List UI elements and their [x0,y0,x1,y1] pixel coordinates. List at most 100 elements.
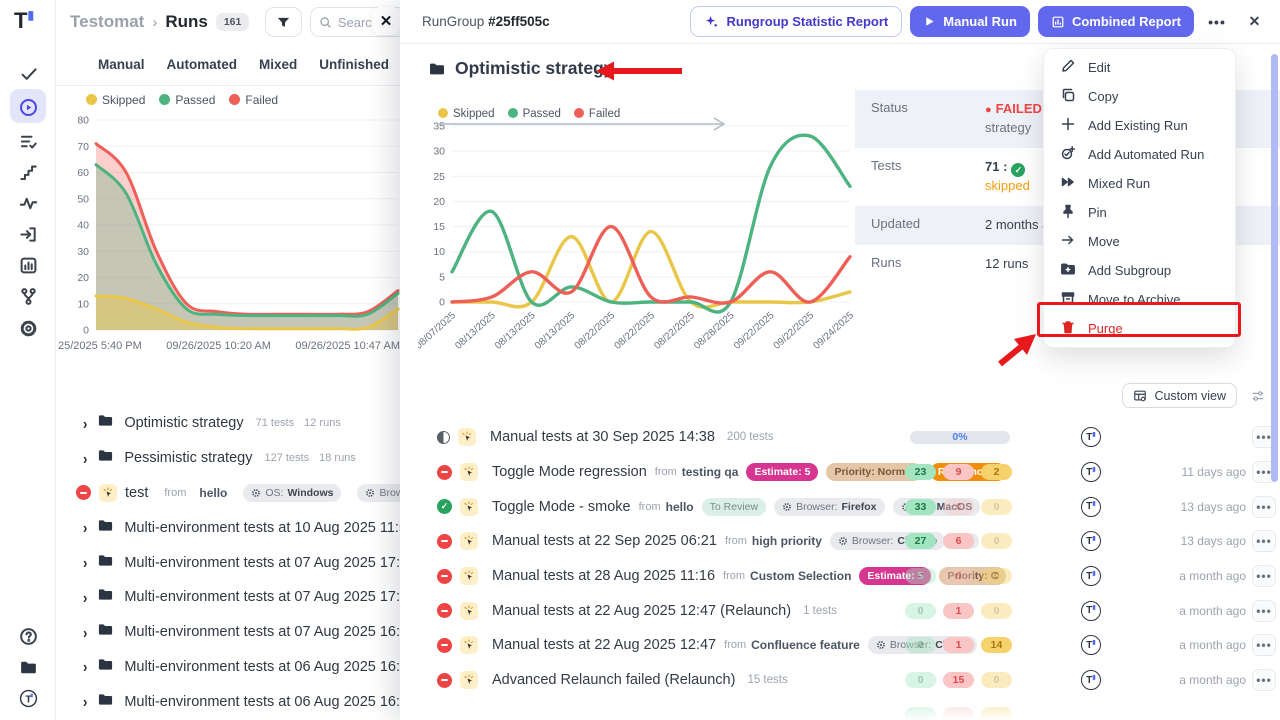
branch-nav-icon[interactable] [0,281,56,311]
tree-group-row[interactable]: ›Multi-environment tests at 10 Aug 2025 … [56,510,400,545]
tab-automated[interactable]: Automated [167,57,238,72]
tab-manual[interactable]: Manual [98,57,145,72]
menu-item-pin[interactable]: Pin [1044,198,1235,227]
chevron-right-icon[interactable]: › [83,693,87,711]
svg-text:20: 20 [433,196,445,208]
run-title[interactable]: Manual tests at 22 Aug 2025 12:47 [492,637,716,653]
help-icon[interactable] [0,621,56,651]
tree-group-row[interactable]: ›Multi-environment tests at 06 Aug 2025 … [56,684,400,719]
app-logo[interactable]: T▮ [14,8,42,36]
tree-group-row[interactable]: ›Multi-environment tests at 07 Aug 2025 … [56,615,400,650]
menu-item-mixed-run[interactable]: Mixed Run [1044,169,1235,198]
svg-text:25: 25 [433,171,445,183]
modal-scrollbar[interactable] [1271,54,1278,482]
rungroup-id: #25ff505c [488,14,550,29]
tree-group-row[interactable]: ›Optimistic strategy71 tests12 runs [56,406,400,441]
menu-item-add-automated-run[interactable]: Add Automated Run [1044,140,1235,169]
runs-nav-icon[interactable] [0,92,56,122]
run-title[interactable]: Manual tests at 22 Aug 2025 12:47 (Relau… [492,603,791,619]
run-row[interactable]: Manual tests at 22 Aug 2025 12:47fromCon… [400,628,1280,663]
tree-group-row[interactable]: › Multi-environment tests at 07 Aug 2025 … [56,580,400,615]
modal-more-button[interactable]: ••• [1202,8,1232,36]
settings-gear-icon[interactable] [0,313,56,343]
custom-view-button[interactable]: Custom view [1122,383,1237,408]
search-close-button[interactable]: ✕ [372,7,400,35]
menu-item-move-to-archive[interactable]: Move to Archive [1044,285,1235,314]
folder-icon [97,656,114,678]
filter-button[interactable] [265,7,302,37]
run-avatar: T▮ [1081,427,1101,447]
run-timestamp: 13 days ago [1181,500,1246,514]
statistic-report-button[interactable]: Rungroup Statistic Report [690,6,902,37]
tab-mixed[interactable]: Mixed [259,57,297,72]
tree-item-label: Multi-environment tests at 07 Aug 2025 1… [124,589,400,605]
run-title[interactable]: Manual tests at 28 Aug 2025 11:16 [492,568,715,584]
import-nav-icon[interactable] [0,219,56,249]
run-title[interactable]: Manual tests at 22 Sep 2025 06:21 [492,533,717,549]
user-avatar[interactable]: T [0,683,56,713]
sliders-icon[interactable] [1250,389,1266,403]
tree-group-row[interactable]: ›Multi-environment tests at 07 Aug 2025 … [56,545,400,580]
milestones-nav-icon[interactable] [0,157,56,187]
tree-item-meta: 71 tests12 runs [256,417,351,429]
menu-item-add-existing-run[interactable]: Add Existing Run [1044,111,1235,140]
run-more-button[interactable]: ••• [1252,600,1276,622]
svg-text:70: 70 [77,141,89,153]
modal-close-button[interactable]: ✕ [1240,8,1270,36]
run-more-button[interactable]: ••• [1252,496,1276,518]
brand-name[interactable]: Testomat [70,12,144,32]
chevron-right-icon[interactable]: › [83,414,87,432]
manual-run-type-icon [458,428,476,446]
menu-item-edit[interactable]: Edit [1044,53,1235,82]
run-more-button[interactable]: ••• [1252,634,1276,656]
chevron-right-icon[interactable]: › [83,658,87,676]
reports-nav-icon[interactable] [0,250,56,280]
pulse-nav-icon[interactable] [0,188,56,218]
run-title[interactable]: Advanced Relaunch failed (Relaunch) [492,672,735,688]
tree-group-row[interactable]: ›Multi-environment tests at 06 Aug 2025 … [56,650,400,685]
chevron-right-icon[interactable]: › [83,623,87,641]
run-row[interactable]: Toggle Mode regressionfromtesting qaEsti… [400,455,1280,490]
run-more-button[interactable]: ••• [1252,565,1276,587]
plans-nav-icon[interactable] [0,126,56,156]
run-row[interactable]: Manual tests at 28 Aug 2025 11:16fromCus… [400,559,1280,594]
run-row[interactable]: Manual tests at 30 Sep 2025 14:38 200 tes… [400,420,1280,455]
tests-nav-icon[interactable] [0,58,56,88]
run-row[interactable]: Advanced Relaunch failed (Relaunch)15 te… [400,663,1280,698]
chevron-right-icon[interactable]: › [83,449,87,467]
chevron-right-icon[interactable]: › [83,519,87,537]
menu-item-purge[interactable]: Purge [1044,314,1235,343]
tree-run-row[interactable]: testfromhelloOS: WindowsBrowser: Chrome [56,476,400,511]
context-menu: EditCopy Add Existing Run Add Automated Ru… [1043,48,1236,348]
svg-text:15: 15 [433,221,445,233]
combined-report-button[interactable]: Combined Report [1038,6,1194,37]
rungroup-modal: RunGroup #25ff505c Rungroup Statistic Re… [400,0,1280,720]
run-row[interactable]: Manual tests at 22 Aug 2025 12:47 (Relau… [400,593,1280,628]
chevron-right-icon[interactable]: › [83,588,87,606]
run-title[interactable]: Toggle Mode - smoke [492,499,631,515]
run-more-button[interactable]: ••• [1252,669,1276,691]
menu-item-label: Add Existing Run [1088,118,1188,133]
tree-group-row[interactable]: ›Pessimistic strategy127 tests18 runs [56,441,400,476]
run-title[interactable]: Manual tests at 30 Sep 2025 14:38 [490,429,715,445]
run-count-pills: 000 [905,568,1012,584]
run-meta: 200 tests [727,431,774,443]
menu-item-move[interactable]: Move [1044,227,1235,256]
pencil-icon [1060,58,1076,77]
menu-item-copy[interactable]: Copy [1044,82,1235,111]
run-avatar: T▮ [1081,635,1101,655]
menu-item-add-subgroup[interactable]: Add Subgroup [1044,256,1235,285]
legend-item-failed: Failed [229,93,278,107]
run-more-button[interactable]: ••• [1252,530,1276,552]
failed-dot-icon: ● [985,104,992,116]
tab-unfinished[interactable]: Unfinished [319,57,389,72]
run-title[interactable]: Toggle Mode regression [492,464,647,480]
run-row[interactable]: ✓Toggle Mode - smokefromhelloTo ReviewBr… [400,489,1280,524]
chevron-right-icon[interactable]: › [83,554,87,572]
docs-folder-icon[interactable] [0,652,56,682]
skipped-count-pill [981,707,1012,720]
manual-run-button[interactable]: Manual Run [910,6,1030,37]
run-row[interactable] [400,698,1280,720]
skipped-count-pill: 0 [981,533,1012,549]
run-row[interactable]: Manual tests at 22 Sep 2025 06:21fromhig… [400,524,1280,559]
